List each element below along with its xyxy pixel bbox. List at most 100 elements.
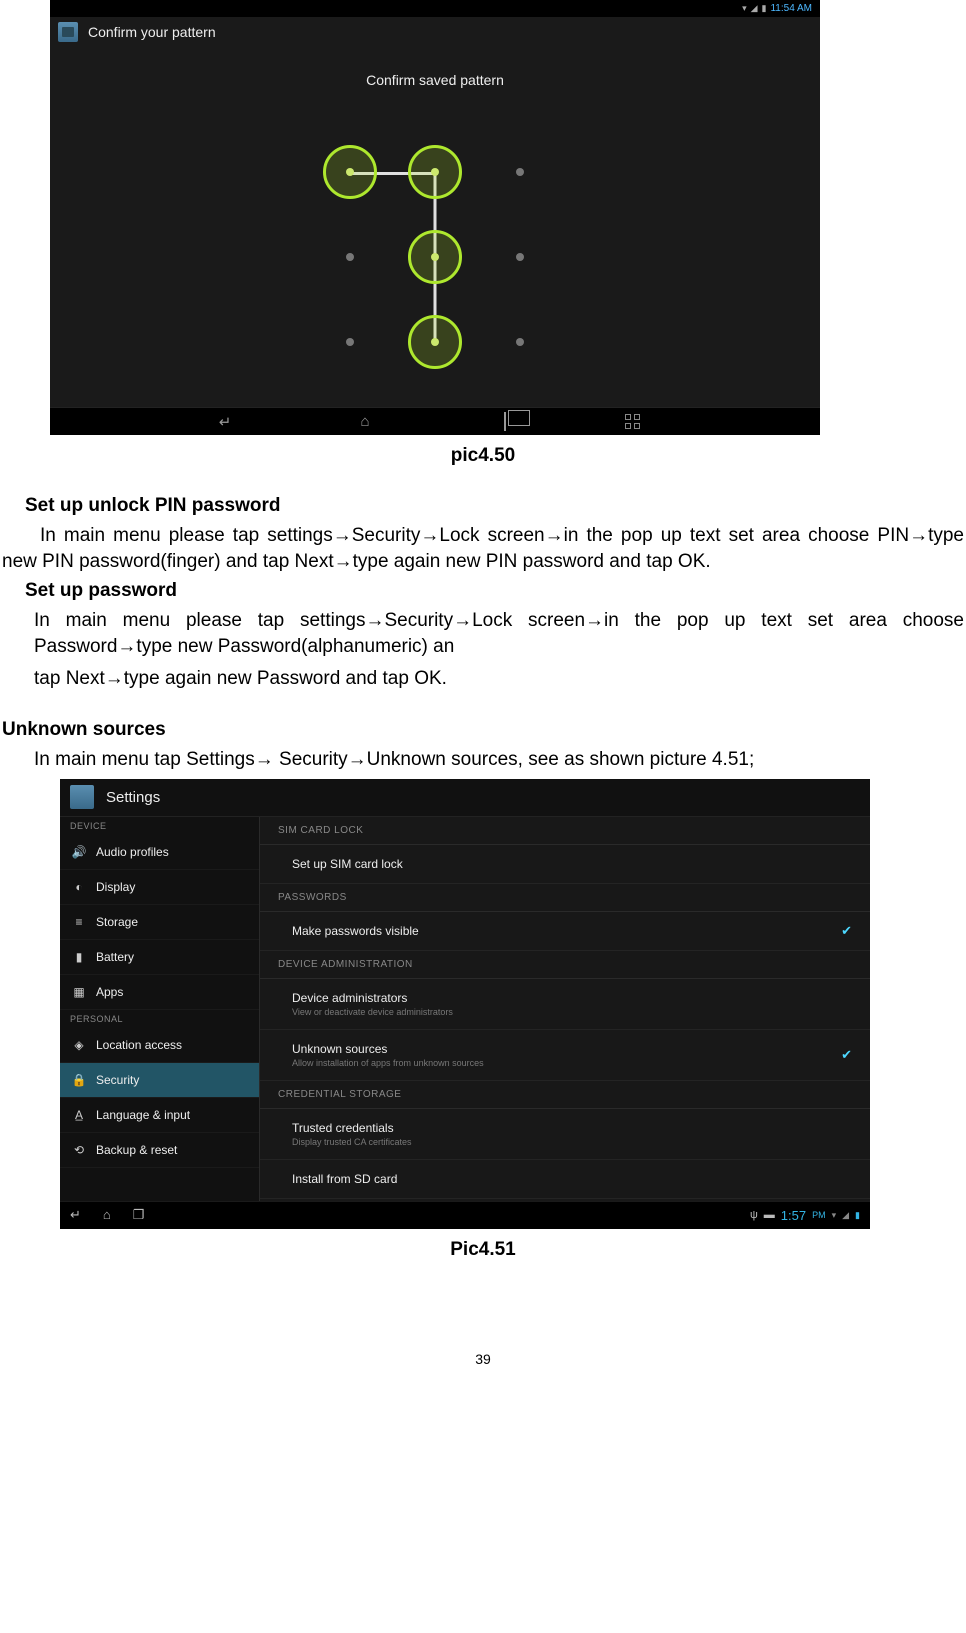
panel-item-unknown-sources[interactable]: Unknown sources Allow installation of ap…	[260, 1030, 870, 1081]
pattern-grid[interactable]	[310, 132, 560, 382]
panel-item-label: Device administrators	[292, 991, 830, 1005]
wifi-icon: ▾	[832, 1210, 837, 1221]
sidebar-item-language[interactable]: A̲ Language & input	[60, 1098, 259, 1133]
panel-item-label: Set up SIM card lock	[292, 857, 830, 871]
page-number: 39	[0, 1351, 966, 1367]
status-time: 11:54 AM	[770, 3, 812, 14]
pattern-node-active[interactable]	[323, 145, 377, 199]
section-paragraph-password-2: tap Next→type again new Password and tap…	[34, 666, 964, 692]
status-bar: ▾ ◢ ▮ 11:54 AM	[50, 0, 820, 17]
pattern-node[interactable]	[516, 253, 524, 261]
sidebar-item-storage[interactable]: ≡ Storage	[60, 905, 259, 940]
backup-icon: ⟲	[72, 1143, 86, 1157]
panel-item-sub: Display trusted CA certificates	[292, 1137, 830, 1147]
pattern-node[interactable]	[346, 253, 354, 261]
wifi-icon: ▾	[742, 3, 747, 14]
panel-item-install-sd[interactable]: Install from SD card	[260, 1160, 870, 1199]
battery-icon: ▮	[762, 3, 767, 14]
location-icon: ◈	[72, 1038, 86, 1052]
panel-item-label: Unknown sources	[292, 1042, 830, 1056]
battery-icon: ▮	[72, 950, 86, 964]
sidebar-item-label: Language & input	[96, 1108, 190, 1122]
confirm-prompt: Confirm saved pattern	[50, 47, 820, 88]
checkmark-icon: ✔	[841, 1047, 852, 1063]
sidebar-item-label: Battery	[96, 950, 134, 964]
panel-item-label: Install from SD card	[292, 1172, 830, 1186]
pattern-node-active[interactable]	[408, 315, 462, 369]
panel-item-sub: Allow installation of apps from unknown …	[292, 1058, 830, 1068]
panel-item-label: Trusted credentials	[292, 1121, 830, 1135]
nav-bar-bottom: ↵ ⌂ ❐ ψ ▬ 1:57 PM ▾ ◢ ▮	[60, 1201, 870, 1229]
panel-item-sim-lock[interactable]: Set up SIM card lock	[260, 845, 870, 884]
language-icon: A̲	[72, 1108, 86, 1122]
panel-item-trusted-credentials[interactable]: Trusted credentials Display trusted CA c…	[260, 1109, 870, 1160]
screenshot-pattern-confirm: ▾ ◢ ▮ 11:54 AM Confirm your pattern Conf…	[50, 0, 820, 435]
sidebar-item-label: Security	[96, 1073, 139, 1087]
sidebar-item-security[interactable]: 🔒 Security	[60, 1063, 259, 1098]
figure-caption: pic4.50	[0, 445, 966, 467]
lock-icon: 🔒	[72, 1073, 86, 1087]
back-icon[interactable]: ↵	[205, 413, 245, 431]
sidebar-item-location[interactable]: ◈ Location access	[60, 1028, 259, 1063]
back-icon[interactable]: ↵	[70, 1207, 81, 1223]
sidebar-item-apps[interactable]: ▦ Apps	[60, 975, 259, 1010]
recent-icon[interactable]	[485, 413, 525, 430]
sidebar-item-backup[interactable]: ⟲ Backup & reset	[60, 1133, 259, 1168]
figure-caption: Pic4.51	[0, 1239, 966, 1261]
panel-item-sub: View or deactivate device administrators	[292, 1007, 830, 1017]
display-icon: ◐	[72, 880, 86, 894]
panel-item-device-admin[interactable]: Device administrators View or deactivate…	[260, 979, 870, 1030]
pattern-node-active[interactable]	[408, 145, 462, 199]
pattern-node-active[interactable]	[408, 230, 462, 284]
panel-header-sim: SIM CARD LOCK	[260, 817, 870, 845]
sidebar-item-label: Location access	[96, 1038, 182, 1052]
sidebar-header-personal: PERSONAL	[60, 1010, 259, 1028]
storage-icon: ≡	[72, 915, 86, 929]
panel-header-passwords: PASSWORDS	[260, 884, 870, 912]
checkmark-icon: ✔	[841, 923, 852, 939]
settings-sidebar: DEVICE 🔊 Audio profiles ◐ Display ≡ Stor…	[60, 817, 260, 1201]
home-icon[interactable]: ⌂	[103, 1207, 111, 1223]
sidebar-item-audio[interactable]: 🔊 Audio profiles	[60, 835, 259, 870]
panel-item-label: Make passwords visible	[292, 924, 830, 938]
section-paragraph-pin: In main menu please tap settings→Securit…	[2, 523, 964, 574]
title-text: Confirm your pattern	[88, 24, 216, 40]
screenshot-icon[interactable]	[625, 414, 665, 429]
panel-header-credential: CREDENTIAL STORAGE	[260, 1081, 870, 1109]
settings-title-bar: Settings	[60, 779, 870, 817]
section-heading-pin: Set up unlock PIN password	[25, 495, 966, 517]
sidebar-item-label: Display	[96, 880, 135, 894]
section-heading-password: Set up password	[25, 580, 966, 602]
battery-icon: ▮	[855, 1210, 860, 1221]
sidebar-item-label: Apps	[96, 985, 123, 999]
sidebar-item-display[interactable]: ◐ Display	[60, 870, 259, 905]
sidebar-item-battery[interactable]: ▮ Battery	[60, 940, 259, 975]
sd-icon: ▬	[764, 1209, 775, 1221]
panel-header-device-admin: DEVICE ADMINISTRATION	[260, 951, 870, 979]
clock-period: PM	[812, 1210, 826, 1220]
pattern-node[interactable]	[516, 338, 524, 346]
signal-icon: ◢	[751, 3, 758, 14]
sidebar-item-label: Storage	[96, 915, 138, 929]
section-paragraph-unknown: In main menu tap Settings→ Security→Unkn…	[34, 747, 964, 773]
recent-icon[interactable]: ❐	[133, 1207, 145, 1223]
speaker-icon: 🔊	[72, 845, 86, 859]
section-paragraph-password-1: In main menu please tap settings→Securit…	[34, 608, 964, 659]
usb-icon: ψ	[750, 1209, 758, 1221]
section-heading-unknown: Unknown sources	[2, 719, 966, 741]
home-icon[interactable]: ⌂	[345, 413, 385, 430]
nav-bar: ↵ ⌂	[50, 407, 820, 435]
pattern-node[interactable]	[516, 168, 524, 176]
app-icon	[58, 22, 78, 42]
settings-icon	[70, 785, 94, 809]
panel-item-passwords-visible[interactable]: Make passwords visible ✔	[260, 912, 870, 951]
settings-title: Settings	[106, 789, 160, 806]
pattern-area[interactable]: Confirm saved pattern	[50, 47, 820, 407]
clock-time: 1:57	[781, 1208, 806, 1223]
sidebar-header-device: DEVICE	[60, 817, 259, 835]
settings-panel: SIM CARD LOCK Set up SIM card lock PASSW…	[260, 817, 870, 1201]
sidebar-item-label: Audio profiles	[96, 845, 169, 859]
pattern-node[interactable]	[346, 338, 354, 346]
screenshot-settings: Settings DEVICE 🔊 Audio profiles ◐ Displ…	[60, 779, 870, 1229]
sidebar-item-label: Backup & reset	[96, 1143, 177, 1157]
